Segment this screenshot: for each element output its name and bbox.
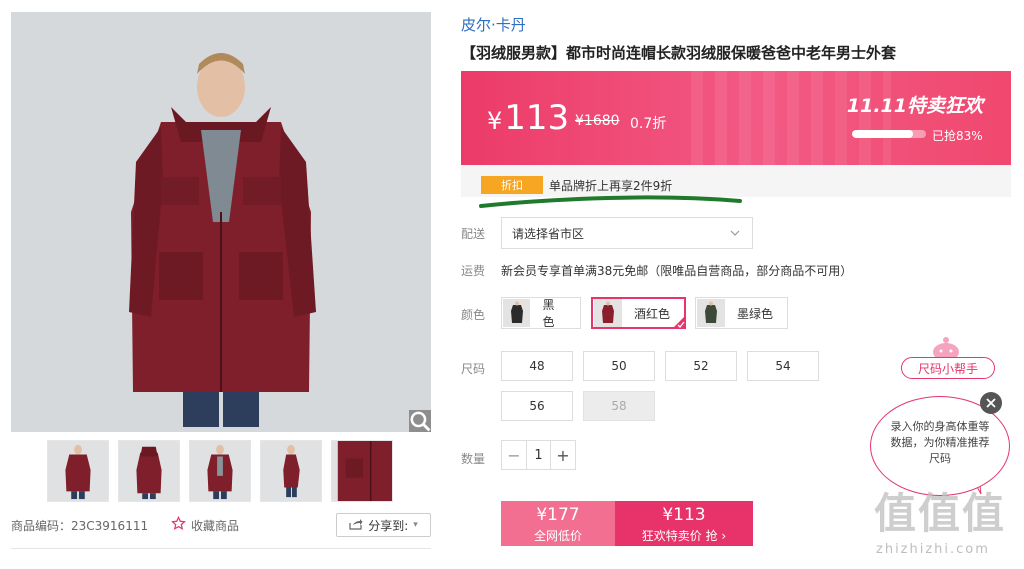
star-icon — [171, 515, 186, 534]
market-price: ¥177 — [536, 505, 580, 525]
selected-check-icon — [672, 315, 686, 329]
sold-progress-fill — [852, 130, 914, 138]
region-select-value: 请选择省市区 — [512, 226, 585, 241]
product-code: 商品编码：23C3916111 — [11, 518, 149, 533]
market-price-label: 全网低价 — [533, 529, 582, 543]
size-option-58-disabled: 58 — [583, 391, 655, 421]
quantity-stepper: − 1 + — [501, 440, 576, 470]
color-swatch-wine-red — [594, 299, 622, 327]
color-name: 墨绿色 — [737, 306, 774, 321]
quantity-label: 数量 — [461, 452, 486, 466]
shipping-label: 运费 — [461, 264, 486, 278]
main-product-image[interactable] — [11, 12, 431, 432]
buy-now-label: 狂欢特卖价 抢 › — [641, 529, 727, 543]
thumbnail-side[interactable] — [260, 440, 322, 502]
product-meta-row: 商品编码：23C3916111 收藏商品 分享到: ▾ — [11, 512, 431, 538]
discount-rate: 0.7折 — [630, 116, 667, 132]
shipping-info: 新会员专享首单满38元免邮（限唯品自营商品，部分商品不可用） — [501, 264, 853, 278]
color-option-wine-red[interactable]: 酒红色 — [591, 297, 686, 329]
thumbnail-hood[interactable] — [118, 440, 180, 502]
watermark-url: zhizhizhi.com — [876, 542, 990, 557]
watermark-logo: 值值值 — [874, 489, 1007, 538]
thumbnail-front[interactable] — [47, 440, 109, 502]
region-select[interactable]: 请选择省市区 — [501, 217, 753, 249]
color-option-dark-green[interactable]: 墨绿色 — [695, 297, 788, 329]
current-price: ¥ 113 — [487, 98, 569, 138]
quantity-decrease-button[interactable]: − — [502, 441, 526, 469]
share-button[interactable]: 分享到: ▾ — [336, 513, 431, 537]
chevron-down-icon — [730, 227, 740, 241]
sale-price: ¥113 — [662, 505, 706, 525]
market-price-button[interactable]: ¥177 全网低价 — [501, 501, 615, 546]
size-option-56[interactable]: 56 — [501, 391, 573, 421]
color-swatch-dark-green — [697, 299, 725, 327]
thumbnail-detail[interactable] — [331, 440, 393, 502]
site-watermark: 值值值 zhizhizhi.com — [874, 480, 1018, 562]
favorite-label: 收藏商品 — [191, 518, 240, 533]
green-underline-annotation — [479, 195, 742, 208]
buy-now-button[interactable]: ¥113 狂欢特卖价 抢 › — [615, 501, 753, 546]
share-label: 分享到: — [368, 518, 409, 533]
size-option-52[interactable]: 52 — [665, 351, 737, 381]
price-banner: ¥ 113 ¥1680 0.7折 11.11特卖狂欢 已抢83% — [461, 71, 1011, 165]
model-photo — [11, 12, 431, 432]
brand-link[interactable]: 皮尔·卡丹 — [461, 14, 526, 35]
thumbnail-strip — [47, 440, 393, 502]
quantity-input[interactable]: 1 — [526, 441, 551, 469]
size-option-48[interactable]: 48 — [501, 351, 573, 381]
banner-decoration — [691, 71, 891, 165]
delivery-label: 配送 — [461, 227, 486, 241]
thumbnail-open[interactable] — [189, 440, 251, 502]
sold-percentage: 已抢83% — [932, 129, 983, 143]
size-option-54[interactable]: 54 — [747, 351, 819, 381]
close-icon[interactable] — [980, 392, 1002, 414]
product-page: 商品编码：23C3916111 收藏商品 分享到: ▾ 皮尔·卡丹 【羽绒服男款… — [0, 0, 1024, 569]
share-icon — [349, 518, 363, 533]
currency-symbol: ¥ — [487, 107, 503, 135]
product-title: 【羽绒服男款】都市时尚连帽长款羽绒服保暖爸爸中老年男士外套 — [461, 44, 897, 62]
favorite-button[interactable]: 收藏商品 — [171, 515, 240, 534]
size-option-50[interactable]: 50 — [583, 351, 655, 381]
quantity-increase-button[interactable]: + — [551, 441, 575, 469]
color-swatch-black — [503, 299, 531, 327]
color-label: 颜色 — [461, 308, 486, 322]
chevron-down-icon: ▾ — [413, 520, 418, 530]
size-helper-button[interactable]: 尺码小帮手 — [901, 357, 995, 379]
sold-progress-bar — [852, 130, 926, 138]
price-value: 113 — [504, 98, 570, 138]
divider — [11, 548, 431, 549]
zoom-icon[interactable] — [409, 410, 431, 432]
original-price: ¥1680 — [575, 113, 620, 129]
color-option-black[interactable]: 黑色 — [501, 297, 581, 329]
size-label: 尺码 — [461, 362, 486, 376]
sale-event-logo: 11.11特卖狂欢 — [846, 95, 983, 117]
color-name: 黑色 — [542, 298, 555, 329]
